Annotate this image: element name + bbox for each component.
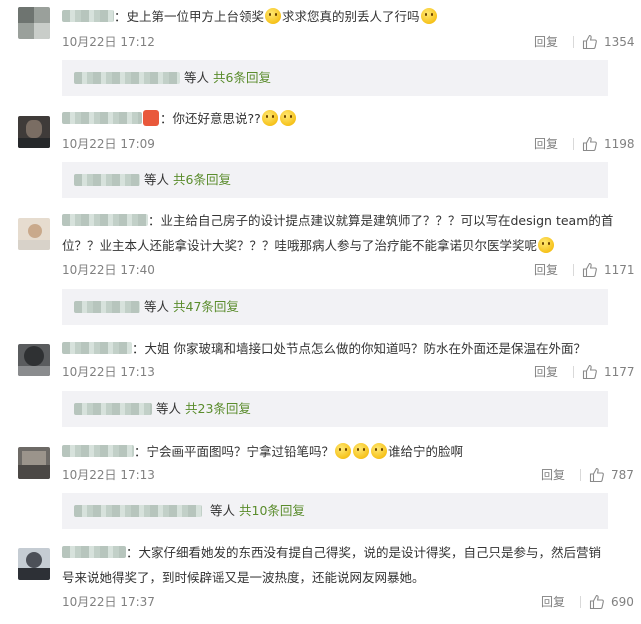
reply-button[interactable]: 回复 bbox=[541, 593, 565, 611]
username[interactable] bbox=[62, 342, 132, 354]
comment-meta: 10月22日 17:12 回复 1354 bbox=[62, 33, 641, 51]
timestamp: 10月22日 17:12 bbox=[62, 35, 155, 49]
crying-emoji-icon bbox=[420, 8, 437, 24]
avatar[interactable] bbox=[18, 447, 50, 479]
sub-replies-summary: 等人 共6条回复 bbox=[184, 60, 271, 96]
timestamp: 10月22日 17:40 bbox=[62, 263, 155, 277]
thumbs-up-icon bbox=[582, 262, 597, 278]
others-label: 等人 bbox=[184, 70, 210, 85]
others-label: 等人 bbox=[210, 503, 236, 518]
comment-body: 谁给宁的脸啊 bbox=[388, 444, 464, 459]
sub-replies-summary: 等人 共47条回复 bbox=[144, 289, 239, 325]
thumbs-up-icon bbox=[589, 594, 604, 610]
reply-button[interactable]: 回复 bbox=[534, 261, 558, 279]
comment-meta: 10月22日 17:13 回复 1177 bbox=[62, 363, 641, 381]
like-count: 1198 bbox=[604, 137, 635, 151]
others-label: 等人 bbox=[144, 299, 170, 314]
reply-username bbox=[74, 72, 180, 84]
timestamp: 10月22日 17:37 bbox=[62, 595, 155, 609]
thumbs-up-icon bbox=[582, 34, 597, 50]
sub-replies-bar[interactable]: 等人 共6条回复 bbox=[62, 60, 608, 96]
avatar[interactable] bbox=[18, 344, 50, 376]
thumbs-up-icon bbox=[582, 136, 597, 152]
comment-body: ：大姐 你家玻璃和墙接口处节点怎么做的你知道吗？防水在外面还是保温在外面？ bbox=[132, 341, 586, 356]
comment-text: ：大姐 你家玻璃和墙接口处节点怎么做的你知道吗？防水在外面还是保温在外面？ bbox=[62, 336, 627, 361]
username[interactable] bbox=[62, 112, 142, 124]
comment-meta: 10月22日 17:37 回复 690 bbox=[62, 593, 641, 611]
timestamp: 10月22日 17:09 bbox=[62, 137, 155, 151]
thumbs-up-icon bbox=[589, 467, 604, 483]
divider bbox=[573, 36, 574, 48]
others-label: 等人 bbox=[144, 172, 170, 187]
comment-body: 号来说她得奖了，到时候辟谣又是一波热度，还能说网友网暴她。 bbox=[62, 570, 425, 585]
comment-text: ：你还好意思说?? bbox=[62, 106, 627, 131]
sub-replies-summary: 等人 共23条回复 bbox=[156, 391, 251, 427]
comment-body: ：宁会画平面图吗？宁拿过铅笔吗？ bbox=[134, 444, 335, 459]
username[interactable] bbox=[62, 546, 126, 558]
sub-replies-bar[interactable]: 等人 共10条回复 bbox=[62, 493, 608, 529]
like-count: 1354 bbox=[604, 35, 635, 49]
username[interactable] bbox=[62, 445, 134, 457]
like-count: 787 bbox=[611, 468, 634, 482]
grin-emoji-icon bbox=[538, 237, 555, 253]
sub-replies-bar[interactable]: 等人 共47条回复 bbox=[62, 289, 608, 325]
smirk-emoji-icon bbox=[261, 110, 278, 126]
reply-username bbox=[74, 403, 152, 415]
divider bbox=[580, 596, 581, 608]
reply-username bbox=[74, 505, 202, 517]
smirk-emoji-icon bbox=[279, 110, 296, 126]
username[interactable] bbox=[62, 214, 148, 226]
avatar[interactable] bbox=[18, 548, 50, 580]
timestamp: 10月22日 17:13 bbox=[62, 468, 155, 482]
comment-text: ：业主给自己房子的设计提点建议就算是建筑师了？？？可以写在design team… bbox=[62, 208, 627, 258]
others-label: 等人 bbox=[156, 401, 182, 416]
more-replies-link[interactable]: 共23条回复 bbox=[185, 401, 251, 416]
comment-meta: 10月22日 17:40 回复 1171 bbox=[62, 261, 641, 279]
comment-text: ：史上第一位甲方上台领奖 求求您真的别丢人了行吗 bbox=[62, 4, 627, 29]
avatar[interactable] bbox=[18, 218, 50, 250]
divider bbox=[573, 138, 574, 150]
divider bbox=[580, 469, 581, 481]
comment-meta: 10月22日 17:09 回复 1198 bbox=[62, 135, 641, 153]
divider bbox=[573, 366, 574, 378]
confused-emoji-icon bbox=[353, 443, 370, 459]
comment-body: ：你还好意思说?? bbox=[160, 111, 261, 126]
comment-meta: 10月22日 17:13 回复 787 bbox=[62, 466, 641, 484]
like-count: 1171 bbox=[604, 263, 635, 277]
timestamp: 10月22日 17:13 bbox=[62, 365, 155, 379]
confused-emoji-icon bbox=[335, 443, 352, 459]
reply-username bbox=[74, 301, 140, 313]
like-count: 1177 bbox=[604, 365, 635, 379]
sub-replies-summary: 等人 共10条回复 bbox=[210, 493, 305, 529]
reply-button[interactable]: 回复 bbox=[534, 33, 558, 51]
divider bbox=[573, 264, 574, 276]
confused-emoji-icon bbox=[371, 443, 388, 459]
comment-body: ：业主给自己房子的设计提点建议就算是建筑师了？？？可以写在design team… bbox=[148, 213, 614, 228]
smile-emoji-icon bbox=[265, 8, 282, 24]
avatar[interactable] bbox=[18, 7, 50, 39]
comment-text: ：大家仔细看她发的东西没有提自己得奖，说的是设计得奖，自己只是参与，然后营销号来… bbox=[62, 540, 627, 590]
more-replies-link[interactable]: 共6条回复 bbox=[173, 172, 231, 187]
thumbs-up-icon bbox=[582, 364, 597, 380]
like-count: 690 bbox=[611, 595, 634, 609]
reply-button[interactable]: 回复 bbox=[534, 363, 558, 381]
comment-body: 求求您真的别丢人了行吗 bbox=[282, 9, 420, 24]
more-replies-link[interactable]: 共10条回复 bbox=[239, 503, 305, 518]
sub-replies-bar[interactable]: 等人 共6条回复 bbox=[62, 162, 608, 198]
sub-replies-summary: 等人 共6条回复 bbox=[144, 162, 231, 198]
avatar[interactable] bbox=[18, 116, 50, 148]
gift-icon bbox=[143, 110, 159, 126]
username[interactable] bbox=[62, 10, 114, 22]
comment-body: ：大家仔细看她发的东西没有提自己得奖，说的是设计得奖，自己只是参与，然后营销 bbox=[126, 545, 602, 560]
comment-body: 位？？业主本人还能拿设计大奖？？？哇哦那病人参与了治疗能不能拿诺贝尔医学奖呢 bbox=[62, 238, 538, 253]
comment-text: ：宁会画平面图吗？宁拿过铅笔吗？ 谁给宁的脸啊 bbox=[62, 439, 627, 464]
sub-replies-bar[interactable]: 等人 共23条回复 bbox=[62, 391, 608, 427]
reply-button[interactable]: 回复 bbox=[541, 466, 565, 484]
more-replies-link[interactable]: 共6条回复 bbox=[213, 70, 271, 85]
more-replies-link[interactable]: 共47条回复 bbox=[173, 299, 239, 314]
reply-username bbox=[74, 174, 140, 186]
reply-button[interactable]: 回复 bbox=[534, 135, 558, 153]
comment-body: ：史上第一位甲方上台领奖 bbox=[114, 9, 265, 24]
